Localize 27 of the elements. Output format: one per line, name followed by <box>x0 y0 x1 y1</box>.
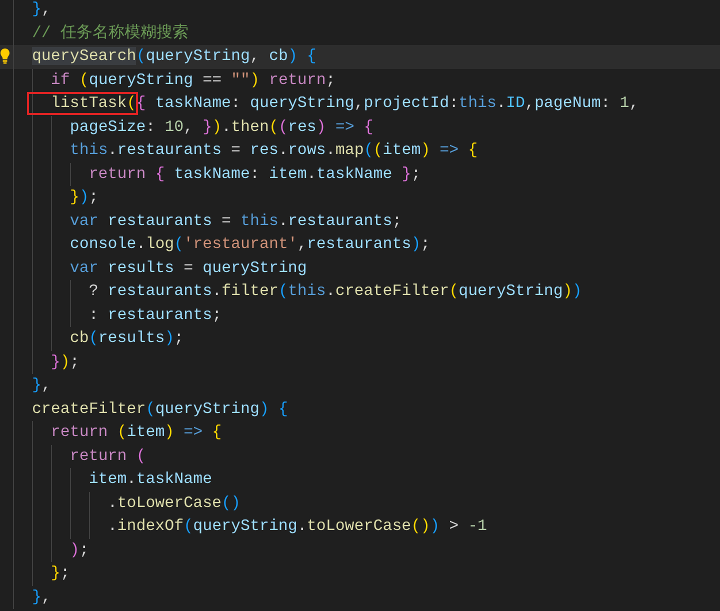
code-line: querySearch(queryString, cb) { <box>32 46 316 67</box>
lightbulb-icon[interactable] <box>0 48 10 64</box>
code-line: }, <box>32 0 51 20</box>
code-line: listTask({ taskName: queryString,projectId:this.ID,pageNum: 1, <box>50 93 639 114</box>
code-line: console.log('restaurant',restaurants); <box>70 234 430 255</box>
code-line: // 任务名称模糊搜索 <box>32 22 188 44</box>
code-line: .indexOf(queryString.toLowerCase()) > -1 <box>108 516 488 537</box>
code-line: .toLowerCase() <box>108 492 241 514</box>
code-line: : restaurants; <box>88 304 222 326</box>
code-line: return { taskName: item.taskName }; <box>88 164 421 184</box>
code-line: createFilter(queryString) { <box>32 398 288 420</box>
code-line: pageSize: 10, }).then((res) => { <box>70 116 374 138</box>
code-line: if (queryString == "") return; <box>50 70 336 90</box>
code-line: }); <box>70 187 98 208</box>
code-line: }, <box>32 586 51 608</box>
code-line: }); <box>50 352 80 372</box>
code-line: var results = queryString <box>70 258 307 278</box>
code-line: }, <box>32 375 51 396</box>
code-line: }; <box>50 563 70 584</box>
code-line: this.restaurants = res.rows.map((item) => { <box>70 140 478 161</box>
code-line: return (item) => { <box>50 422 222 443</box>
code-line: ); <box>70 540 89 560</box>
code-line: item.taskName <box>88 469 212 490</box>
code-line: ? restaurants.filter(this.createFilter(queryString)) <box>88 281 582 302</box>
code-line: cb(results); <box>70 328 184 349</box>
code-line: return ( <box>70 446 146 466</box>
code-line: var restaurants = this.restaurants; <box>70 210 402 232</box>
